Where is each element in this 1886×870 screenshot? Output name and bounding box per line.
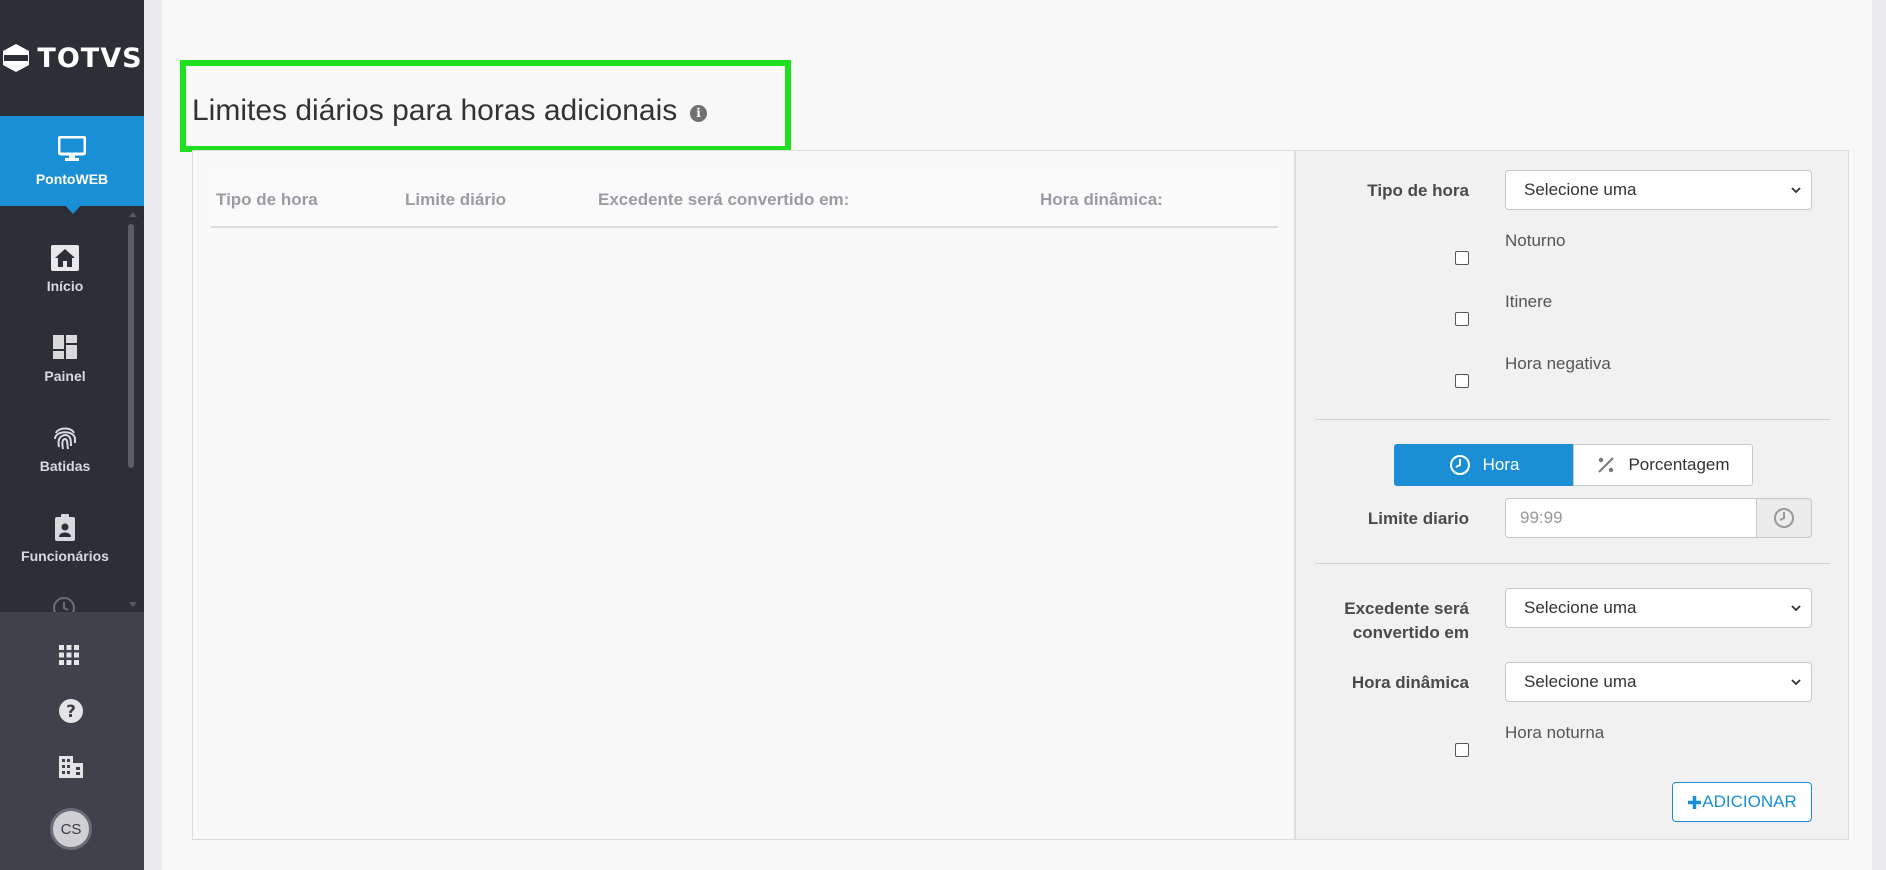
hora-toggle-button[interactable]: Hora	[1394, 444, 1574, 486]
hora-negativa-label: Hora negativa	[1505, 354, 1611, 373]
hora-noturna-label: Hora noturna	[1505, 723, 1605, 742]
sidebar-item-batidas[interactable]: Batidas	[0, 404, 130, 494]
hora-noturna-checkbox[interactable]	[1455, 743, 1469, 757]
add-button[interactable]: ADICIONAR	[1672, 782, 1812, 822]
excedente-select[interactable]: Selecione uma	[1505, 588, 1812, 628]
home-icon	[51, 245, 79, 271]
avatar[interactable]: CS	[50, 808, 92, 850]
limite-diario-input[interactable]: 99:99	[1505, 498, 1757, 538]
chevron-down-icon	[1791, 187, 1801, 194]
column-excedente[interactable]: Excedente será convertido em:	[598, 190, 849, 210]
brand-logo[interactable]: TOTVS	[0, 0, 144, 116]
porcentagem-toggle-label: Porcentagem	[1628, 455, 1730, 474]
sidebar-item-label: Funcionários	[21, 548, 109, 564]
itinere-label: Itinere	[1505, 292, 1553, 311]
sidebar-item-label: PontoWEB	[35, 171, 109, 187]
clock-icon	[1449, 455, 1470, 475]
tipo-hora-value: Selecione uma	[1524, 180, 1637, 199]
hora-dinamica-select[interactable]: Selecione uma	[1505, 662, 1812, 702]
hora-dinamica-value: Selecione uma	[1524, 672, 1637, 691]
clock-icon[interactable]	[52, 596, 76, 612]
sidebar-item-pontoweb[interactable]: PontoWEB	[0, 116, 144, 206]
sidebar-item-inicio[interactable]: Início	[0, 224, 130, 314]
dashboard-icon	[53, 335, 77, 359]
sidebar-scrollbar[interactable]	[127, 212, 137, 612]
scroll-thumb[interactable]	[128, 224, 134, 468]
excedente-label: Excedente será convertido em	[1344, 597, 1469, 645]
badge-icon	[55, 514, 75, 541]
percent-icon	[1598, 457, 1615, 473]
grid-icon[interactable]	[58, 644, 80, 666]
monitor-icon	[58, 136, 86, 161]
title-highlight-box	[180, 60, 791, 152]
totvs-logo-icon	[3, 44, 30, 72]
sidebar: TOTVS PontoWEB Início Painel Batidas Fun…	[0, 0, 144, 870]
fingerprint-icon	[54, 427, 76, 450]
chevron-down-icon	[1791, 605, 1801, 612]
chevron-down-icon	[1791, 679, 1801, 686]
svg-text:?: ?	[66, 702, 76, 722]
scroll-up-arrow[interactable]	[129, 212, 137, 217]
limite-diario-label: Limite diario	[1367, 509, 1469, 528]
excedente-value: Selecione uma	[1524, 598, 1637, 617]
sidebar-item-label: Batidas	[39, 458, 91, 474]
column-tipo-de-hora[interactable]: Tipo de hora	[216, 190, 318, 210]
help-icon[interactable]: ?	[58, 698, 84, 724]
time-picker-button[interactable]	[1756, 498, 1812, 538]
divider	[1315, 563, 1830, 564]
hora-negativa-checkbox[interactable]	[1455, 374, 1469, 388]
excedente-label-line1: Excedente será	[1344, 599, 1469, 618]
active-indicator	[64, 204, 82, 214]
clock-icon	[1774, 508, 1794, 528]
limits-table-header: Tipo de hora Limite diário Excedente ser…	[211, 170, 1278, 228]
divider	[1315, 419, 1830, 420]
sidebar-item-funcionarios[interactable]: Funcionários	[0, 494, 130, 584]
tipo-hora-label: Tipo de hora	[1367, 181, 1469, 200]
sidebar-item-label: Painel	[44, 368, 86, 384]
building-icon[interactable]	[58, 755, 84, 779]
add-button-label: ADICIONAR	[1702, 792, 1797, 811]
brand-name: TOTVS	[37, 42, 143, 74]
column-hora-dinamica[interactable]: Hora dinâmica:	[1040, 190, 1163, 210]
scroll-down-arrow[interactable]	[129, 602, 137, 607]
noturno-checkbox[interactable]	[1455, 251, 1469, 265]
hora-toggle-label: Hora	[1482, 455, 1520, 474]
itinere-checkbox[interactable]	[1455, 312, 1469, 326]
column-limite-diario[interactable]: Limite diário	[405, 190, 506, 210]
plus-icon	[1688, 795, 1702, 809]
porcentagem-toggle-button[interactable]: Porcentagem	[1573, 444, 1753, 486]
tipo-hora-select[interactable]: Selecione uma	[1505, 170, 1812, 210]
noturno-label: Noturno	[1505, 231, 1566, 250]
sidebar-item-label: Início	[46, 278, 84, 294]
sidebar-item-painel[interactable]: Painel	[0, 314, 130, 404]
hora-dinamica-label: Hora dinâmica	[1351, 673, 1469, 692]
excedente-label-line2: convertido em	[1352, 623, 1469, 642]
